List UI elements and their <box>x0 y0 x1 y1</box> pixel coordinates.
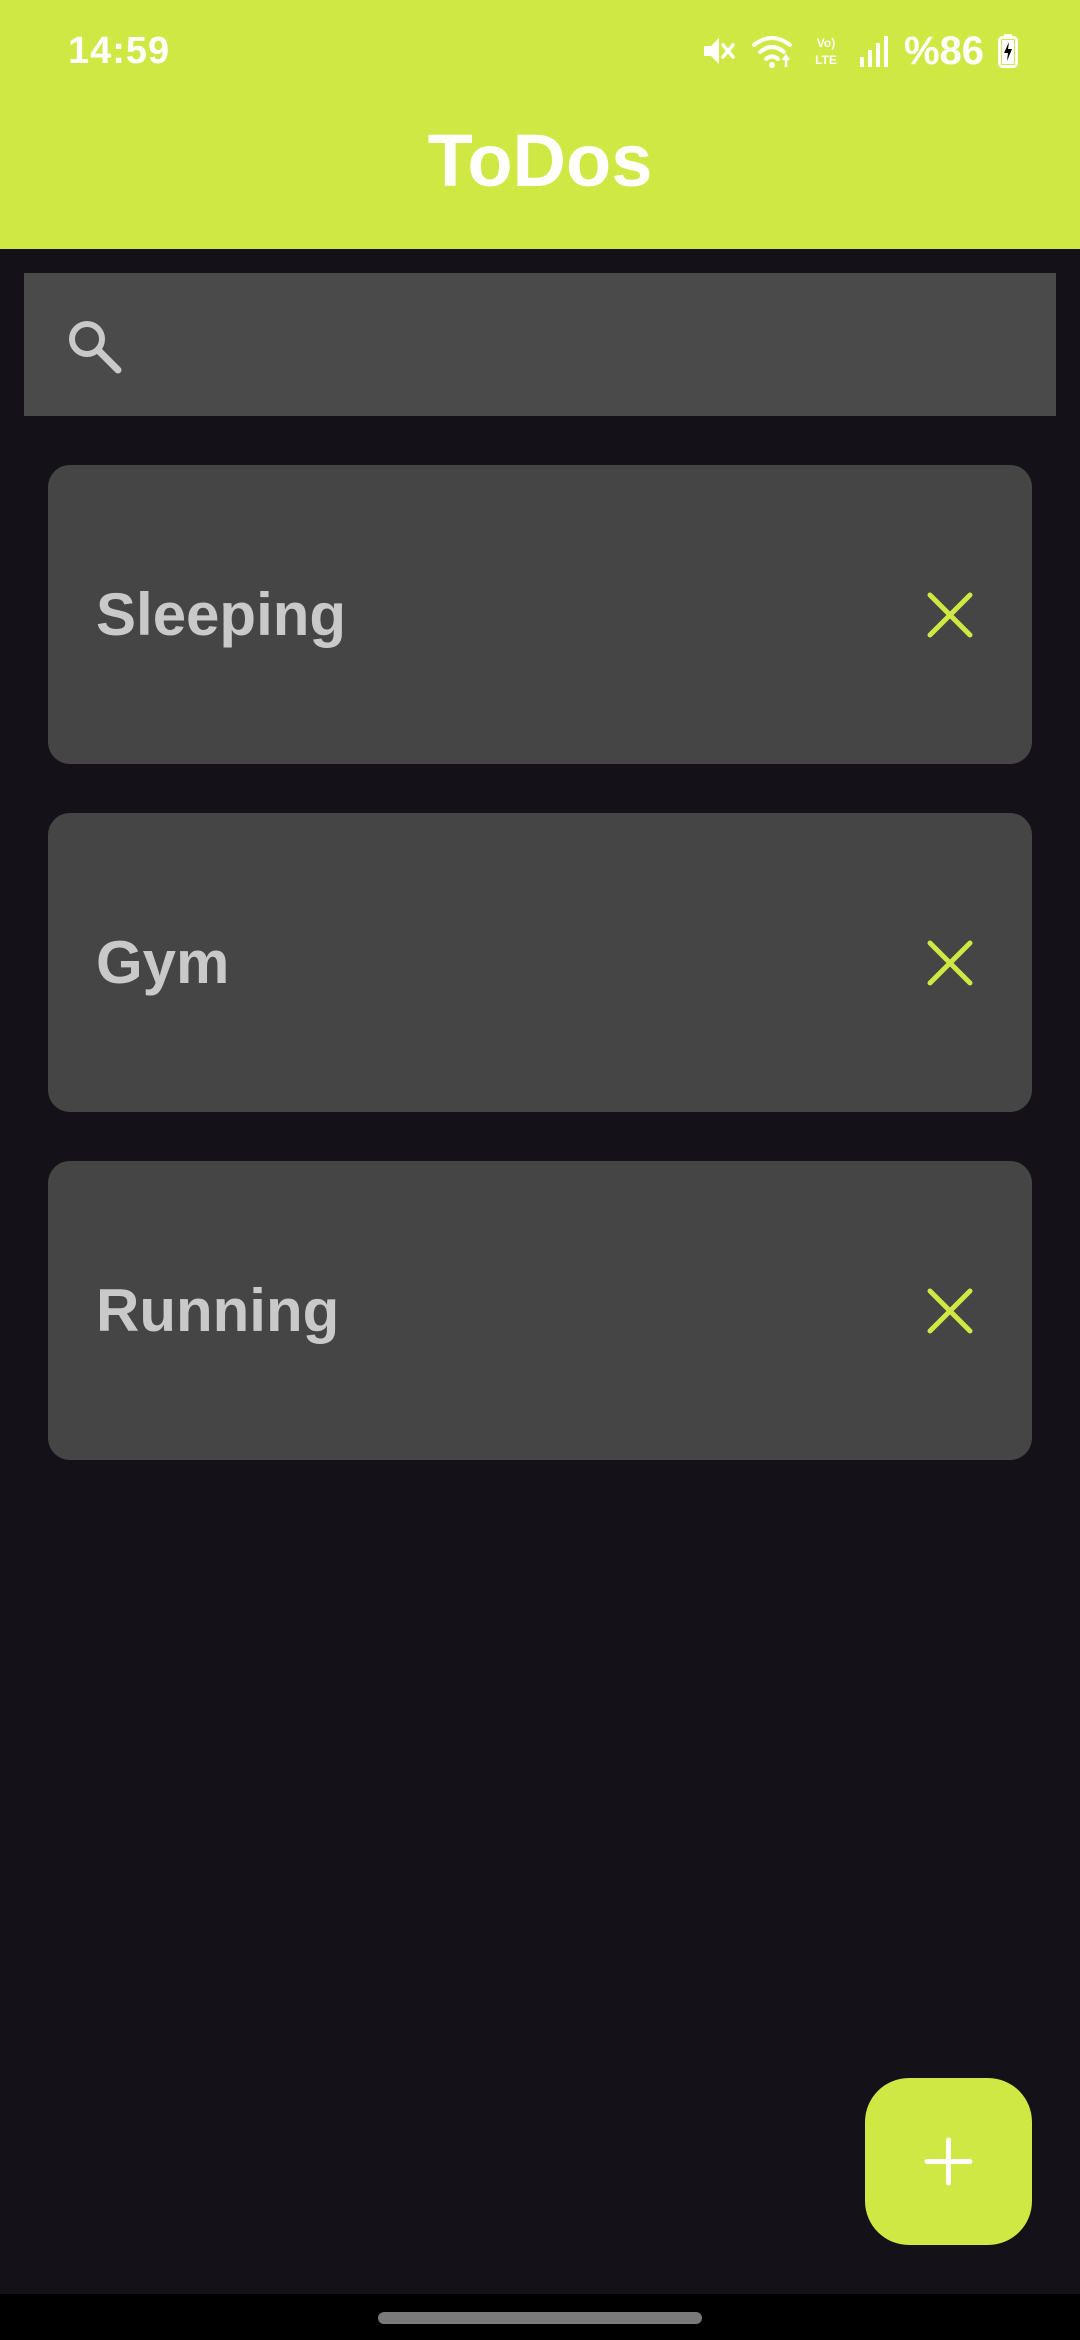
add-todo-button[interactable] <box>865 2078 1032 2245</box>
page-title: ToDos <box>427 119 653 202</box>
wifi-icon <box>750 33 794 69</box>
status-time: 14:59 <box>68 30 171 72</box>
search-input[interactable] <box>150 300 1034 392</box>
status-bar: 14:59 Vo) LTE %86 <box>0 0 1080 104</box>
home-indicator[interactable] <box>378 2312 702 2324</box>
todo-label: Running <box>96 1277 340 1344</box>
list-item-todo[interactable]: Gym <box>48 813 1032 1112</box>
battery-percentage: %86 <box>903 28 984 73</box>
volte-icon: Vo) LTE <box>808 33 844 69</box>
search-icon[interactable] <box>64 316 124 376</box>
signal-icon <box>858 33 890 69</box>
close-icon[interactable] <box>924 1285 976 1337</box>
close-icon[interactable] <box>924 589 976 641</box>
battery-charging-icon <box>998 34 1018 68</box>
app-header: 14:59 Vo) LTE %86 ToDos <box>0 0 1080 249</box>
svg-text:LTE: LTE <box>815 53 837 67</box>
status-icons: Vo) LTE %86 <box>700 28 1018 74</box>
list-item-todo[interactable]: Sleeping <box>48 465 1032 764</box>
mute-icon <box>700 33 736 69</box>
todo-label: Sleeping <box>96 581 347 648</box>
list-item-todo[interactable]: Running <box>48 1161 1032 1460</box>
todo-label: Gym <box>96 929 230 996</box>
svg-text:Vo): Vo) <box>817 36 835 50</box>
close-icon[interactable] <box>924 937 976 989</box>
